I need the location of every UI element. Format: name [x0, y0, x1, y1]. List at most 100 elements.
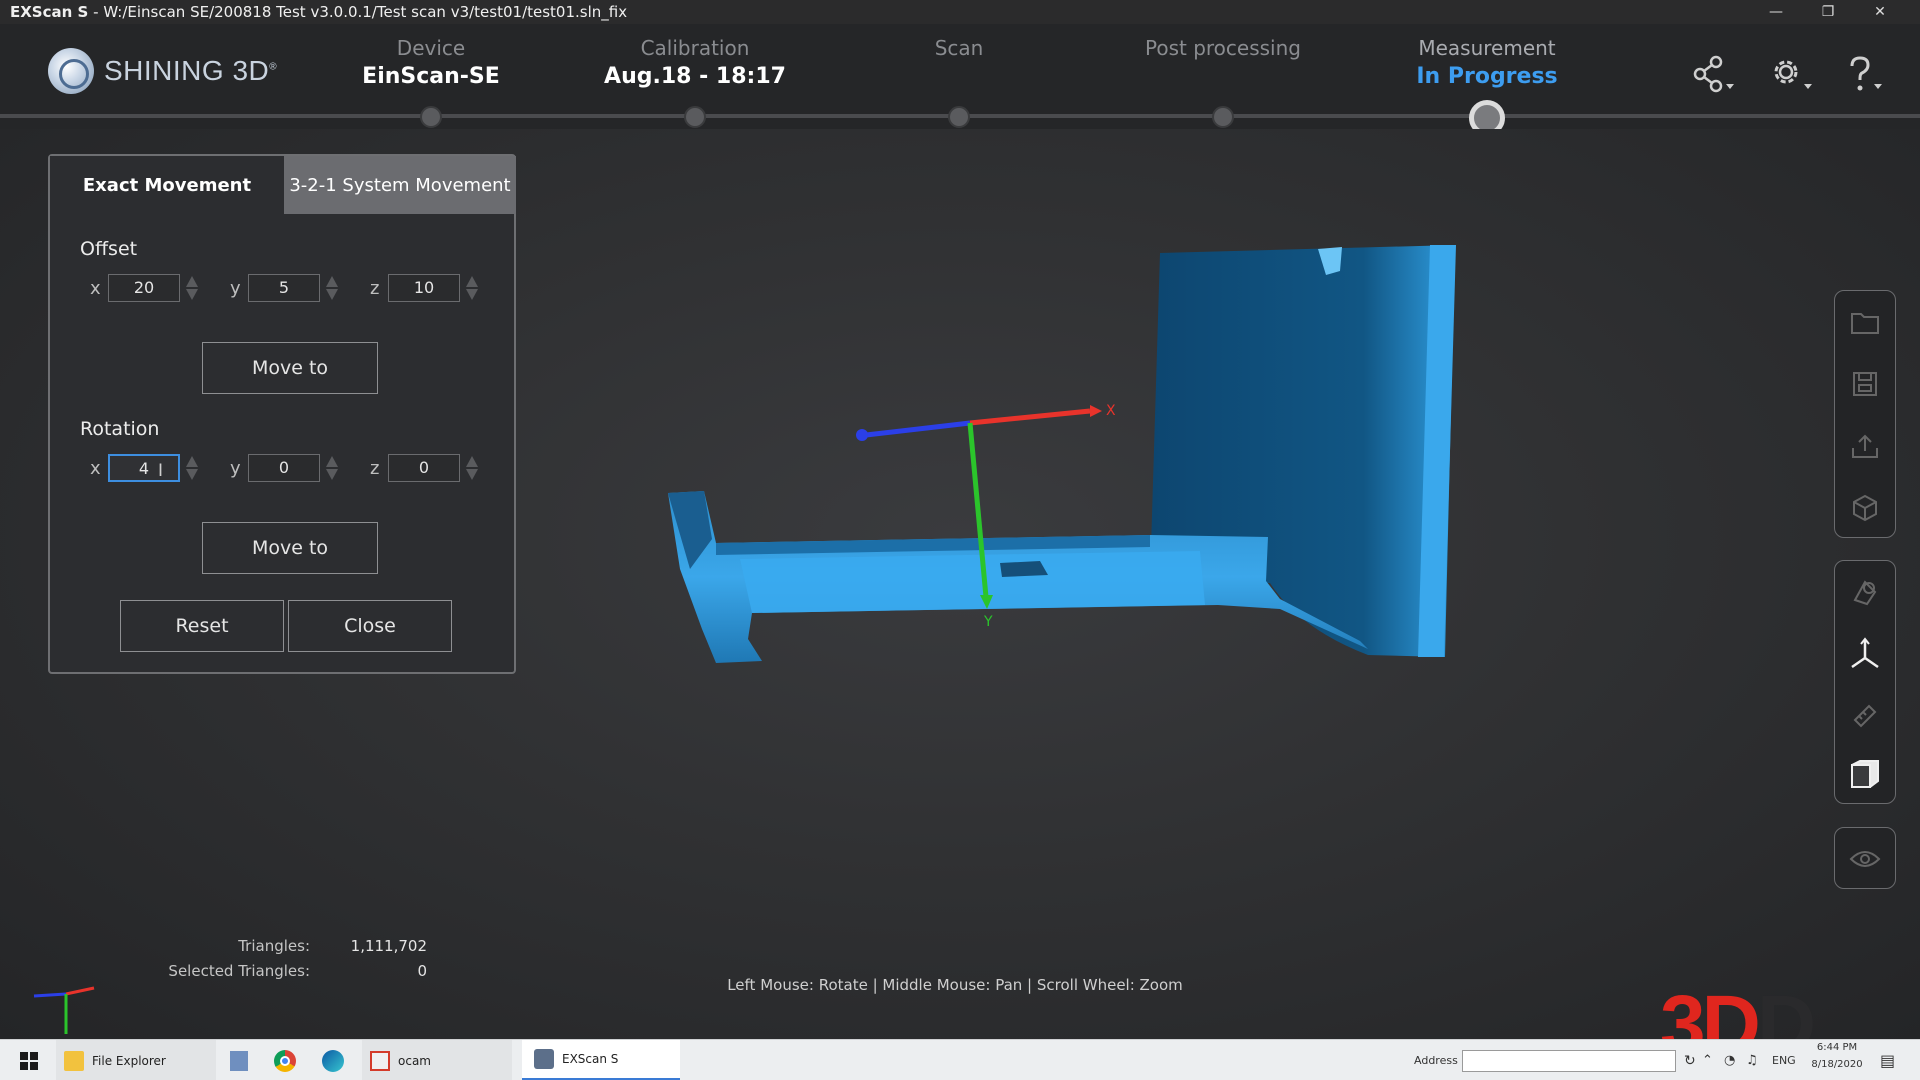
rotation-x-spinner[interactable] [184, 454, 200, 482]
step-dot-device[interactable] [420, 106, 442, 128]
taskbar-label: File Explorer [92, 1053, 166, 1068]
taskbar-label: ocam [398, 1053, 431, 1068]
taskbar-ocam[interactable]: ocam [362, 1040, 512, 1080]
notification-icon[interactable]: ▤ [1880, 1040, 1895, 1080]
axis-icon[interactable] [1835, 623, 1895, 685]
close-window-button[interactable]: ✕ [1858, 0, 1902, 24]
step-value: EinScan-SE [362, 64, 500, 89]
ocam-icon [370, 1050, 390, 1071]
taskbar-label: EXScan S [562, 1052, 619, 1066]
axis-x-label: X [1106, 403, 1116, 419]
offset-move-to-button[interactable]: Move to [202, 342, 378, 394]
offset-z-field: z 10 [370, 274, 480, 302]
taskbar-app-icon[interactable] [226, 1040, 252, 1080]
selected-triangles-value: 0 [417, 962, 427, 980]
taskbar-clock[interactable]: 6:44 PM 8/18/2020 [1800, 1042, 1874, 1070]
app-icon [230, 1050, 248, 1071]
logo-mark-icon [48, 48, 94, 94]
address-input[interactable] [1462, 1050, 1676, 1072]
step-dot-scan[interactable] [948, 106, 970, 128]
save-icon[interactable] [1835, 353, 1895, 415]
title-separator: - [93, 3, 99, 21]
step-label: Calibration [640, 36, 750, 60]
rotation-y-input[interactable]: 0 [248, 454, 320, 482]
axis-label: z [370, 277, 380, 299]
offset-y-spinner[interactable] [324, 274, 340, 302]
offset-z-input[interactable]: 10 [388, 274, 460, 302]
axis-label: y [230, 277, 241, 299]
step-status: In Progress [1416, 64, 1558, 89]
rotation-y-spinner[interactable] [324, 454, 340, 482]
file-toolbar [1834, 290, 1896, 538]
language-indicator[interactable]: ENG [1772, 1040, 1796, 1080]
folder-icon [64, 1050, 84, 1071]
clock-date: 8/18/2020 [1811, 1059, 1863, 1070]
windows-start-icon[interactable] [12, 1040, 46, 1080]
mouse-hint: Left Mouse: Rotate | Middle Mouse: Pan |… [727, 976, 1183, 994]
refresh-icon[interactable]: ↻ [1684, 1040, 1696, 1080]
rotation-z-spinner[interactable] [464, 454, 480, 482]
step-value [1113, 64, 1333, 92]
step-label: Post processing [1145, 36, 1301, 60]
axis-label: x [90, 457, 101, 479]
tray-chevron-up-icon[interactable]: ⌃ [1702, 1040, 1713, 1080]
offset-y-input[interactable]: 5 [248, 274, 320, 302]
step-label: Scan [934, 36, 984, 60]
tab-321-system-movement[interactable]: 3-2-1 System Movement [284, 156, 516, 214]
offset-x-input[interactable]: 20 [108, 274, 180, 302]
step-calibration[interactable]: Calibration Aug.18 - 18:17 [585, 36, 805, 92]
step-post-processing[interactable]: Post processing [1113, 36, 1333, 92]
step-dot-post-processing[interactable] [1212, 106, 1234, 128]
selected-triangles-label: Selected Triangles: [168, 962, 310, 980]
rotation-z-field: z 0 [370, 454, 480, 482]
visibility-toolbar [1834, 827, 1896, 889]
triangles-label: Triangles: [238, 937, 310, 955]
tab-exact-movement[interactable]: Exact Movement [50, 156, 284, 214]
step-value: Aug.18 - 18:17 [604, 64, 786, 89]
step-value [849, 64, 1069, 92]
share-icon[interactable] [1686, 50, 1742, 98]
step-dot-calibration[interactable] [684, 106, 706, 128]
offset-x-spinner[interactable] [184, 274, 200, 302]
offset-title: Offset [80, 238, 138, 260]
folder-icon[interactable] [1835, 291, 1895, 353]
orientation-gizmo-icon [33, 986, 95, 1034]
step-device[interactable]: Device EinScan-SE [321, 36, 541, 92]
measure-icon[interactable] [1835, 685, 1895, 747]
settings-icon[interactable] [1762, 50, 1818, 98]
cube-icon[interactable] [1835, 477, 1895, 539]
rotation-z-input[interactable]: 0 [388, 454, 460, 482]
view-box-icon[interactable] [1835, 743, 1895, 805]
minimize-button[interactable]: — [1754, 0, 1798, 24]
eye-icon[interactable] [1835, 828, 1895, 890]
taskbar-file-explorer[interactable]: File Explorer [56, 1040, 216, 1080]
workflow-header: SHINING 3D® Device EinScan-SE Calibratio… [0, 24, 1920, 136]
network-icon[interactable]: ◔ [1724, 1040, 1735, 1080]
offset-x-field: x 20 [90, 274, 200, 302]
exact-movement-dialog: Exact Movement 3-2-1 System Movement Off… [48, 154, 516, 674]
export-icon[interactable] [1835, 415, 1895, 477]
step-measurement[interactable]: Measurement In Progress [1377, 36, 1597, 92]
file-path: W:/Einscan SE/200818 Test v3.0.0.1/Test … [103, 3, 628, 21]
address-label: Address [1414, 1054, 1458, 1067]
restore-button[interactable]: ❐ [1806, 0, 1850, 24]
window-titlebar: EXScan S - W:/Einscan SE/200818 Test v3.… [0, 0, 1920, 24]
help-icon[interactable] [1834, 50, 1890, 98]
offset-z-spinner[interactable] [464, 274, 480, 302]
close-dialog-button[interactable]: Close [288, 600, 452, 652]
rotation-x-input[interactable]: 4I [108, 454, 180, 482]
step-scan[interactable]: Scan [849, 36, 1069, 92]
offset-y-field: y 5 [230, 274, 340, 302]
logo-text: SHINING 3D® [104, 55, 278, 86]
axis-label: z [370, 457, 380, 479]
mesh-edit-icon[interactable] [1835, 561, 1895, 623]
reset-button[interactable]: Reset [120, 600, 284, 652]
taskbar-exscan[interactable]: EXScan S [522, 1040, 680, 1080]
chrome-icon[interactable] [272, 1040, 298, 1080]
rotation-x-field: x 4I [90, 454, 200, 482]
text-cursor-icon: I [158, 461, 164, 481]
volume-icon[interactable]: ♫ [1746, 1040, 1758, 1080]
rotation-y-field: y 0 [230, 454, 340, 482]
rotation-move-to-button[interactable]: Move to [202, 522, 378, 574]
edge-icon[interactable] [320, 1040, 346, 1080]
